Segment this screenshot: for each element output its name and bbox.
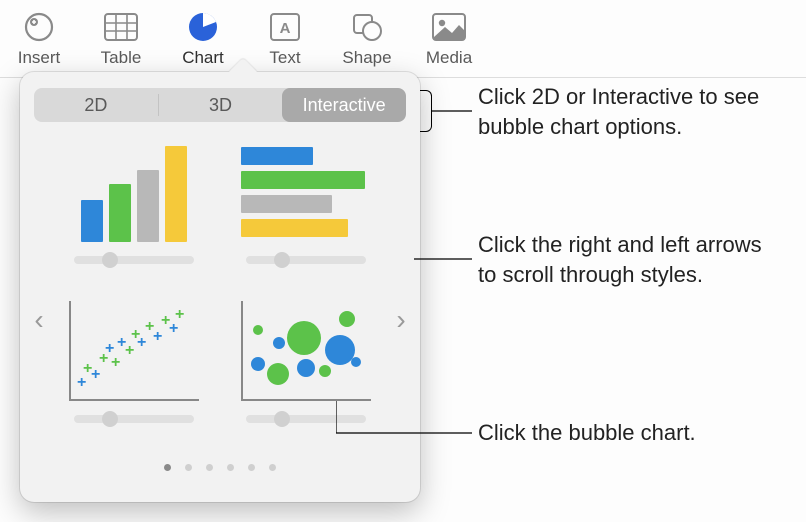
scatter-chart-icon: + + + + + + + + + + + + + + + [69,301,199,401]
pie-chart-icon [168,8,238,46]
page-dot[interactable] [227,464,234,471]
column-chart-icon [69,142,199,242]
media-label: Media [414,48,484,68]
chart-style-scatter[interactable]: + + + + + + + + + + + + + + + [62,301,206,442]
segment-interactive[interactable]: Interactive [282,88,406,122]
toolbar: Insert Table Chart A Text Shape Media [0,0,806,78]
segment-2d[interactable]: 2D [34,88,158,122]
callout-arrows: Click the right and left arrows to scrol… [478,230,768,289]
bubble-chart-icon [241,301,371,401]
chart-label: Chart [168,48,238,68]
chart-button[interactable]: Chart [168,8,238,68]
page-dots [34,464,406,471]
insert-label: Insert [4,48,74,68]
text-button[interactable]: A Text [250,8,320,68]
table-icon [86,8,156,46]
callout-bubble: Click the bubble chart. [478,418,778,448]
page-dot[interactable] [206,464,213,471]
table-button[interactable]: Table [86,8,156,68]
style-slider[interactable] [74,415,194,423]
callout-bracket [420,90,432,132]
shape-button[interactable]: Shape [332,8,402,68]
insert-plus-icon [4,8,74,46]
media-icon [414,8,484,46]
svg-text:A: A [280,20,291,37]
chart-type-segmented-control: 2D 3D Interactive [34,88,406,122]
page-dot[interactable] [269,464,276,471]
insert-button[interactable]: Insert [4,8,74,68]
text-icon: A [250,8,320,46]
style-slider[interactable] [74,256,194,264]
table-label: Table [86,48,156,68]
callout-tabs: Click 2D or Interactive to see bubble ch… [478,82,778,141]
media-button[interactable]: Media [414,8,484,68]
chart-style-bar[interactable] [234,142,378,283]
bar-chart-icon [241,142,371,242]
text-label: Text [250,48,320,68]
style-slider[interactable] [246,256,366,264]
chart-style-grid: + + + + + + + + + + + + + + + [34,142,406,442]
page-dot[interactable] [185,464,192,471]
page-dot[interactable] [248,464,255,471]
shape-icon [332,8,402,46]
chart-style-column[interactable] [62,142,206,283]
segment-3d[interactable]: 3D [159,88,283,122]
shape-label: Shape [332,48,402,68]
page-dot[interactable] [164,464,171,471]
